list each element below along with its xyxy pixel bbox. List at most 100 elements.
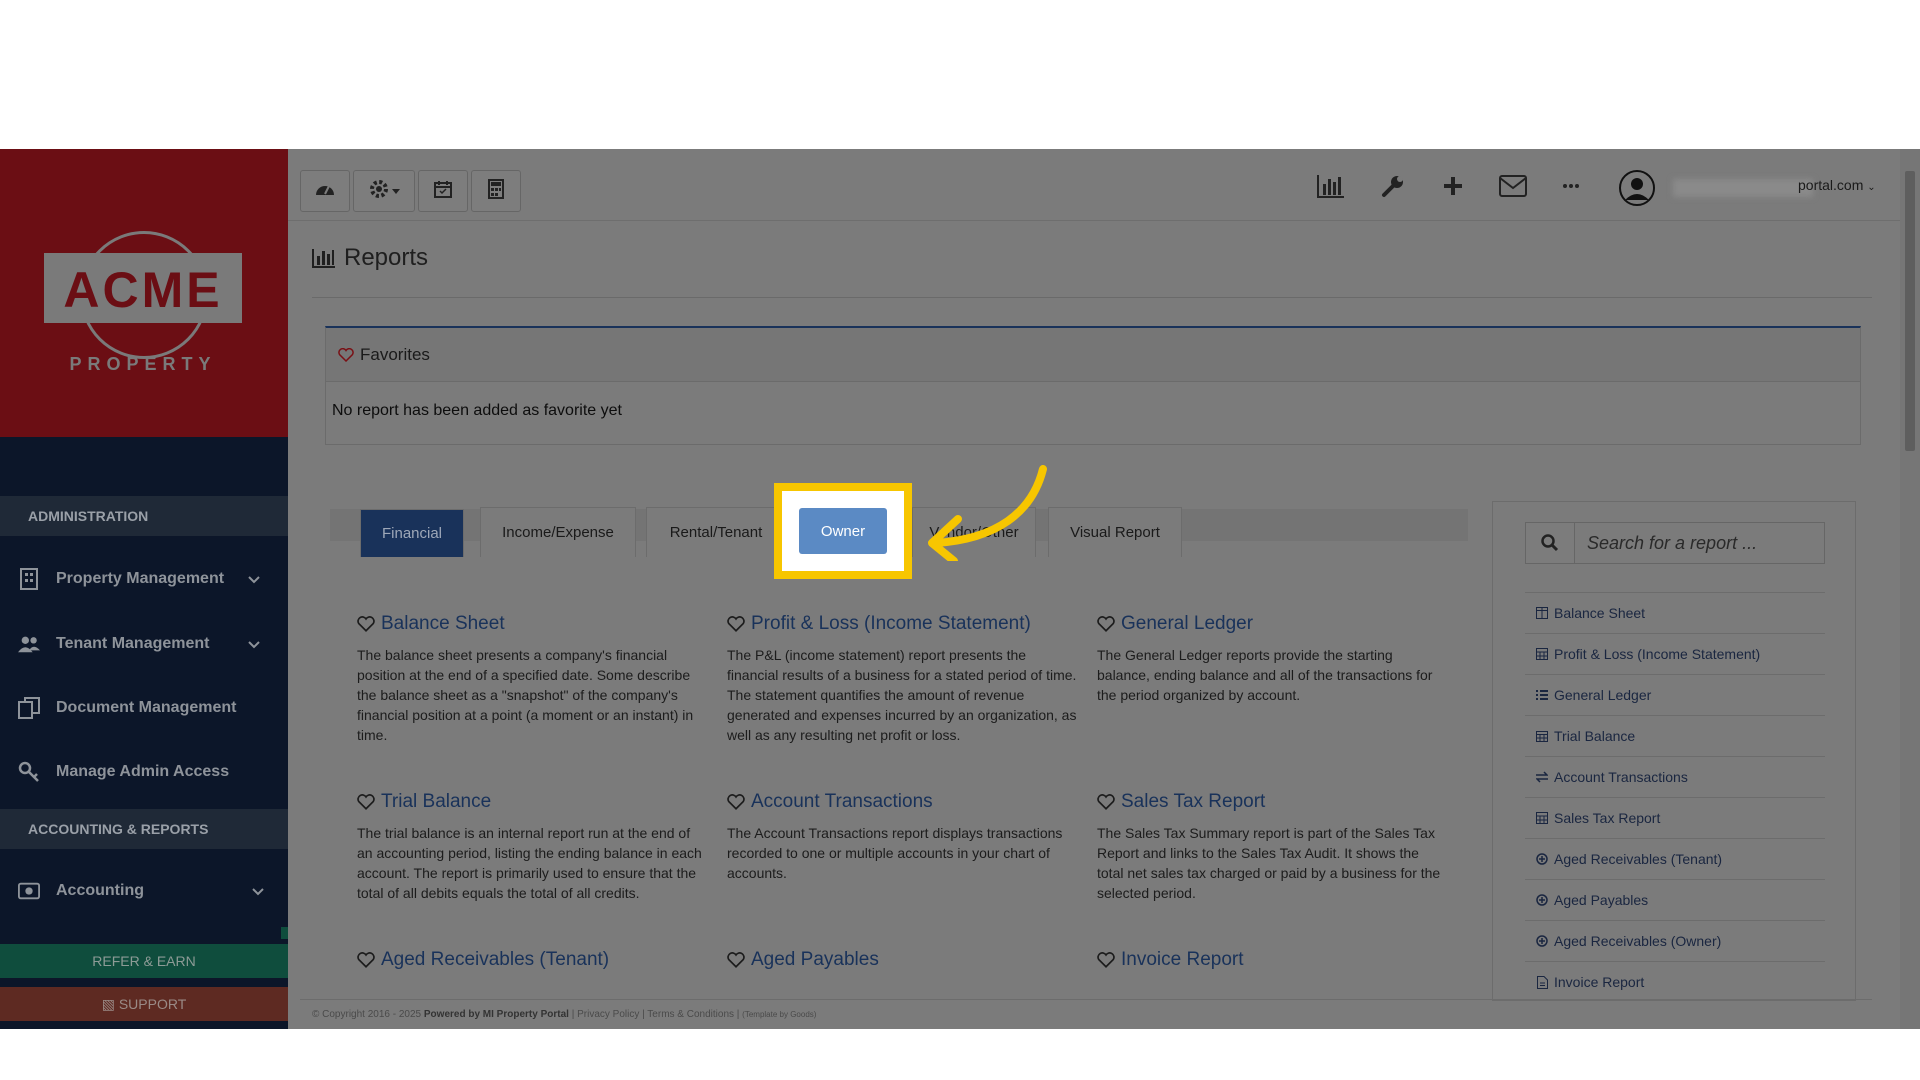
report-title[interactable]: Profit & Loss (Income Statement) — [727, 613, 1077, 635]
exchange-icon — [1535, 770, 1549, 784]
heart-icon[interactable] — [727, 952, 745, 968]
heart-icon[interactable] — [727, 616, 745, 632]
scrollbar-thumb[interactable] — [1905, 171, 1915, 451]
sidebar-item-accounting[interactable]: Accounting — [0, 859, 288, 923]
plus-circle-icon — [1535, 852, 1549, 866]
report-title[interactable]: General Ledger — [1097, 613, 1447, 635]
avatar-icon[interactable] — [1618, 169, 1656, 207]
search-button[interactable] — [1525, 522, 1575, 564]
report-title-text: Balance Sheet — [381, 613, 505, 634]
quick-link-label: Aged Receivables (Tenant) — [1554, 851, 1723, 867]
bar-chart-icon[interactable] — [1316, 171, 1346, 201]
calendar-button[interactable] — [418, 170, 468, 212]
sidebar-item-property-management[interactable]: Property Management — [0, 547, 288, 611]
chevron-down-icon — [248, 636, 260, 654]
calculator-button[interactable] — [471, 170, 521, 212]
tab-rental-tenant[interactable]: Rental/Tenant — [646, 507, 786, 557]
heart-icon[interactable] — [357, 794, 375, 810]
key-icon — [18, 761, 40, 783]
heart-icon[interactable] — [357, 952, 375, 968]
calculator-icon — [1535, 811, 1549, 825]
favorites-title: Favorites — [360, 344, 430, 364]
footer-copyright: © Copyright 2016 - 2025 — [312, 1009, 422, 1020]
report-title[interactable]: Account Transactions — [727, 791, 1077, 813]
report-title-text: Profit & Loss (Income Statement) — [751, 613, 1031, 634]
heart-icon[interactable] — [1097, 616, 1115, 632]
heart-icon[interactable] — [357, 616, 375, 632]
quick-link-balance-sheet[interactable]: Balance Sheet — [1525, 592, 1825, 633]
app-window: ACME PROPERTY ADMINISTRATION Property Ma… — [0, 149, 1920, 1029]
report-title[interactable]: Aged Payables — [727, 949, 1077, 971]
sidebar-item-document-management[interactable]: Document Management — [0, 676, 288, 740]
arrow-annotation-icon — [928, 465, 1047, 561]
user-email: portal.com — [1798, 177, 1864, 193]
quick-link-invoice-report[interactable]: Invoice Report — [1525, 961, 1825, 1002]
refer-earn-button[interactable]: REFER & EARN — [0, 944, 288, 978]
report-title[interactable]: Balance Sheet — [357, 613, 707, 635]
favorites-empty-message: No report has been added as favorite yet — [332, 402, 622, 419]
quick-link-label: Sales Tax Report — [1554, 810, 1661, 826]
report-title-text: Aged Payables — [751, 949, 879, 970]
quick-link-profit-loss[interactable]: Profit & Loss (Income Statement) — [1525, 633, 1825, 674]
report-title-text: Account Transactions — [751, 791, 933, 812]
user-menu[interactable]: portal.com ⌄ — [1798, 177, 1876, 193]
report-description: The Account Transactions report displays… — [727, 825, 1063, 881]
mail-icon[interactable] — [1498, 171, 1528, 201]
support-button[interactable]: ▧ SUPPORT — [0, 987, 288, 1021]
quick-link-trial-balance[interactable]: Trial Balance — [1525, 715, 1825, 756]
quick-link-aged-payables[interactable]: Aged Payables — [1525, 879, 1825, 920]
report-card-invoice-report: Invoice Report — [1097, 949, 1447, 981]
plus-circle-icon — [1535, 934, 1549, 948]
chevron-down-icon — [252, 883, 264, 901]
wrench-icon[interactable] — [1378, 171, 1408, 201]
more-icon[interactable] — [1556, 171, 1586, 201]
report-title[interactable]: Sales Tax Report — [1097, 791, 1447, 813]
report-title[interactable]: Invoice Report — [1097, 949, 1447, 971]
footer-links[interactable]: | Privacy Policy | Terms & Conditions | — [572, 1009, 740, 1020]
report-description: The trial balance is an internal report … — [357, 825, 702, 901]
report-card-sales-tax: Sales Tax Report The Sales Tax Summary r… — [1097, 791, 1447, 903]
quick-link-aged-receivables-tenant[interactable]: Aged Receivables (Tenant) — [1525, 838, 1825, 879]
quick-link-label: Trial Balance — [1554, 728, 1636, 744]
quick-link-general-ledger[interactable]: General Ledger — [1525, 674, 1825, 715]
search-input[interactable] — [1575, 522, 1825, 564]
topbar: portal.com ⌄ — [288, 149, 1920, 221]
settings-dropdown-button[interactable] — [353, 170, 415, 212]
tab-visual-report[interactable]: Visual Report — [1048, 507, 1182, 557]
report-title[interactable]: Aged Receivables (Tenant) — [357, 949, 707, 971]
quick-link-aged-receivables-owner[interactable]: Aged Receivables (Owner) — [1525, 920, 1825, 961]
list-icon — [1535, 688, 1549, 702]
heart-icon[interactable] — [727, 794, 745, 810]
users-icon — [18, 633, 40, 655]
quick-link-account-transactions[interactable]: Account Transactions — [1525, 756, 1825, 797]
logo-subtext: PROPERTY — [69, 354, 217, 374]
book-icon: ▧ — [101, 996, 119, 1012]
report-card-account-transactions: Account Transactions The Account Transac… — [727, 791, 1077, 883]
footer-powered-link[interactable]: Powered by MI Property Portal — [424, 1009, 569, 1020]
report-description: The General Ledger reports provide the s… — [1097, 647, 1433, 703]
heart-icon[interactable] — [1097, 794, 1115, 810]
scrollbar[interactable] — [1900, 149, 1920, 1029]
report-card-aged-receivables-tenant: Aged Receivables (Tenant) — [357, 949, 707, 981]
section-accounting-reports: ACCOUNTING & REPORTS — [0, 809, 288, 849]
documents-icon — [18, 697, 40, 719]
sidebar-item-label: Accounting — [56, 882, 144, 899]
dashboard-button[interactable] — [300, 170, 350, 212]
quick-link-label: Aged Receivables (Owner) — [1554, 933, 1722, 949]
sidebar-item-label: Property Management — [56, 570, 225, 587]
support-label: SUPPORT — [118, 996, 187, 1012]
user-name-blurred — [1673, 179, 1813, 197]
sidebar-item-tenant-management[interactable]: Tenant Management — [0, 612, 288, 676]
plus-icon[interactable] — [1438, 171, 1468, 201]
report-title-text: Invoice Report — [1121, 949, 1244, 970]
report-card-general-ledger: General Ledger The General Ledger report… — [1097, 613, 1447, 705]
tab-financial[interactable]: Financial — [360, 509, 464, 557]
brand-logo[interactable]: ACME PROPERTY — [0, 149, 288, 437]
quick-link-sales-tax-report[interactable]: Sales Tax Report — [1525, 797, 1825, 838]
page-title: Reports — [312, 244, 428, 272]
report-title[interactable]: Trial Balance — [357, 791, 707, 813]
sidebar-item-manage-admin-access[interactable]: Manage Admin Access — [0, 740, 288, 804]
tab-income-expense[interactable]: Income/Expense — [480, 507, 636, 557]
tab-owner[interactable]: Owner — [799, 508, 887, 554]
heart-icon[interactable] — [1097, 952, 1115, 968]
